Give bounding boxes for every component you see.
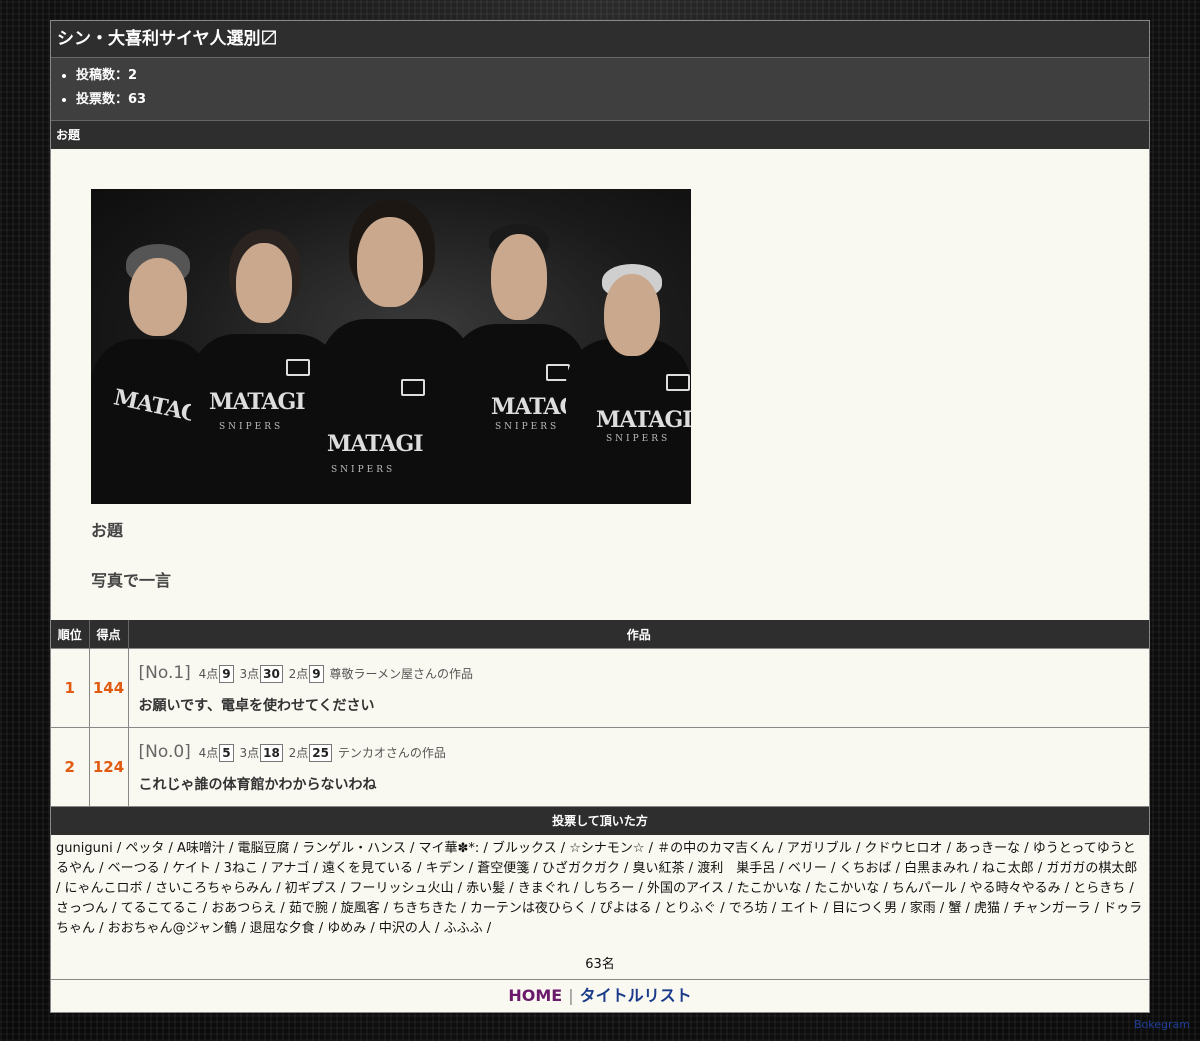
home-link[interactable]: HOME	[508, 986, 562, 1005]
points-3-value: 18	[260, 744, 283, 762]
stats-panel: 投稿数：2 投票数：63	[51, 58, 1149, 121]
voters-list: guniguni / ペッタ / A味噌汁 / 電脳豆腐 / ランゲル・ハンス …	[56, 841, 1143, 936]
photo-person: MATAGI SNIPERS	[566, 264, 691, 504]
rank-header: 順位	[51, 620, 90, 649]
table-row: 2 124 [No.0] 4点 5 3点 18 2点 25 テンカオさんの作品 これじ…	[51, 727, 1150, 806]
points-4-value: 9	[219, 665, 234, 683]
odai-area: MATAGI MATAGI SNIPERS MATAGI SNIPERS MAT…	[51, 149, 1149, 620]
points-4-label: 4点	[198, 667, 219, 681]
footer-nav: HOME | タイトルリスト	[51, 979, 1149, 1012]
main-panel: シン・大喜利サイヤ人選別〼 投稿数：2 投票数：63 お題 MATAGI MAT…	[50, 20, 1150, 1013]
page-title: シン・大喜利サイヤ人選別〼	[51, 21, 1149, 58]
odai-text: 写真で一言	[91, 571, 172, 590]
entry-text: これじゃ誰の体育館かわからないわね	[138, 777, 377, 793]
odai-label: お題	[91, 521, 124, 540]
entry-text: お願いです、電卓を使わせてください	[138, 698, 375, 714]
rank-cell: 1	[51, 648, 90, 728]
points-4-value: 5	[219, 744, 234, 762]
entry-meta: [No.1] 4点 9 3点 30 2点 9 尊敬ラーメン屋さんの作品	[139, 661, 1150, 685]
results-table: 順位 得点 作品 1 144 [No.1] 4点 9 3点 30 2点 9 尊敬ラーメ…	[51, 620, 1149, 806]
entry-author: 尊敬ラーメン屋さんの作品	[329, 667, 473, 681]
entry-number: [No.0]	[138, 742, 191, 762]
entry-meta: [No.0] 4点 5 3点 18 2点 25 テンカオさんの作品	[139, 740, 1150, 764]
photo-person: MATAGI SNIPERS	[191, 229, 341, 504]
footer-separator: |	[568, 986, 574, 1005]
points-2-value: 9	[309, 665, 324, 683]
points-2-value: 25	[309, 744, 332, 762]
voter-count: 63名	[585, 957, 615, 972]
credit-link[interactable]: Bokegram	[1134, 1018, 1190, 1031]
work-header: 作品	[128, 620, 1149, 649]
photo-person: MATAGI SNIPERS	[321, 199, 471, 504]
odai-header: お題	[51, 121, 1149, 149]
table-row: 1 144 [No.1] 4点 9 3点 30 2点 9 尊敬ラーメン屋さんの作品 お…	[51, 648, 1150, 728]
results-header-row: 順位 得点 作品	[51, 620, 1149, 649]
voters-header: 投票して頂いた方	[51, 806, 1149, 835]
odai-photo: MATAGI MATAGI SNIPERS MATAGI SNIPERS MAT…	[91, 189, 691, 504]
score-cell: 124	[89, 727, 129, 806]
vote-count: 投票数：63	[76, 88, 1149, 112]
points-2-label: 2点	[288, 746, 309, 760]
score-cell: 144	[89, 648, 129, 728]
entry-author: テンカオさんの作品	[337, 746, 446, 760]
stats-list: 投稿数：2 投票数：63	[51, 64, 1149, 112]
points-3-value: 30	[260, 665, 283, 683]
points-3-label: 3点	[239, 746, 260, 760]
score-header: 得点	[89, 620, 129, 649]
rank-cell: 2	[51, 727, 90, 806]
post-count: 投稿数：2	[76, 64, 1149, 88]
points-4-label: 4点	[198, 746, 219, 760]
title-list-link[interactable]: タイトルリスト	[580, 986, 692, 1005]
points-3-label: 3点	[239, 667, 260, 681]
entry-cell: [No.0] 4点 5 3点 18 2点 25 テンカオさんの作品 これじゃ誰の体育館…	[128, 727, 1150, 806]
entry-cell: [No.1] 4点 9 3点 30 2点 9 尊敬ラーメン屋さんの作品 お願いです、電…	[128, 648, 1150, 728]
points-2-label: 2点	[288, 667, 309, 681]
entry-number: [No.1]	[138, 663, 191, 683]
